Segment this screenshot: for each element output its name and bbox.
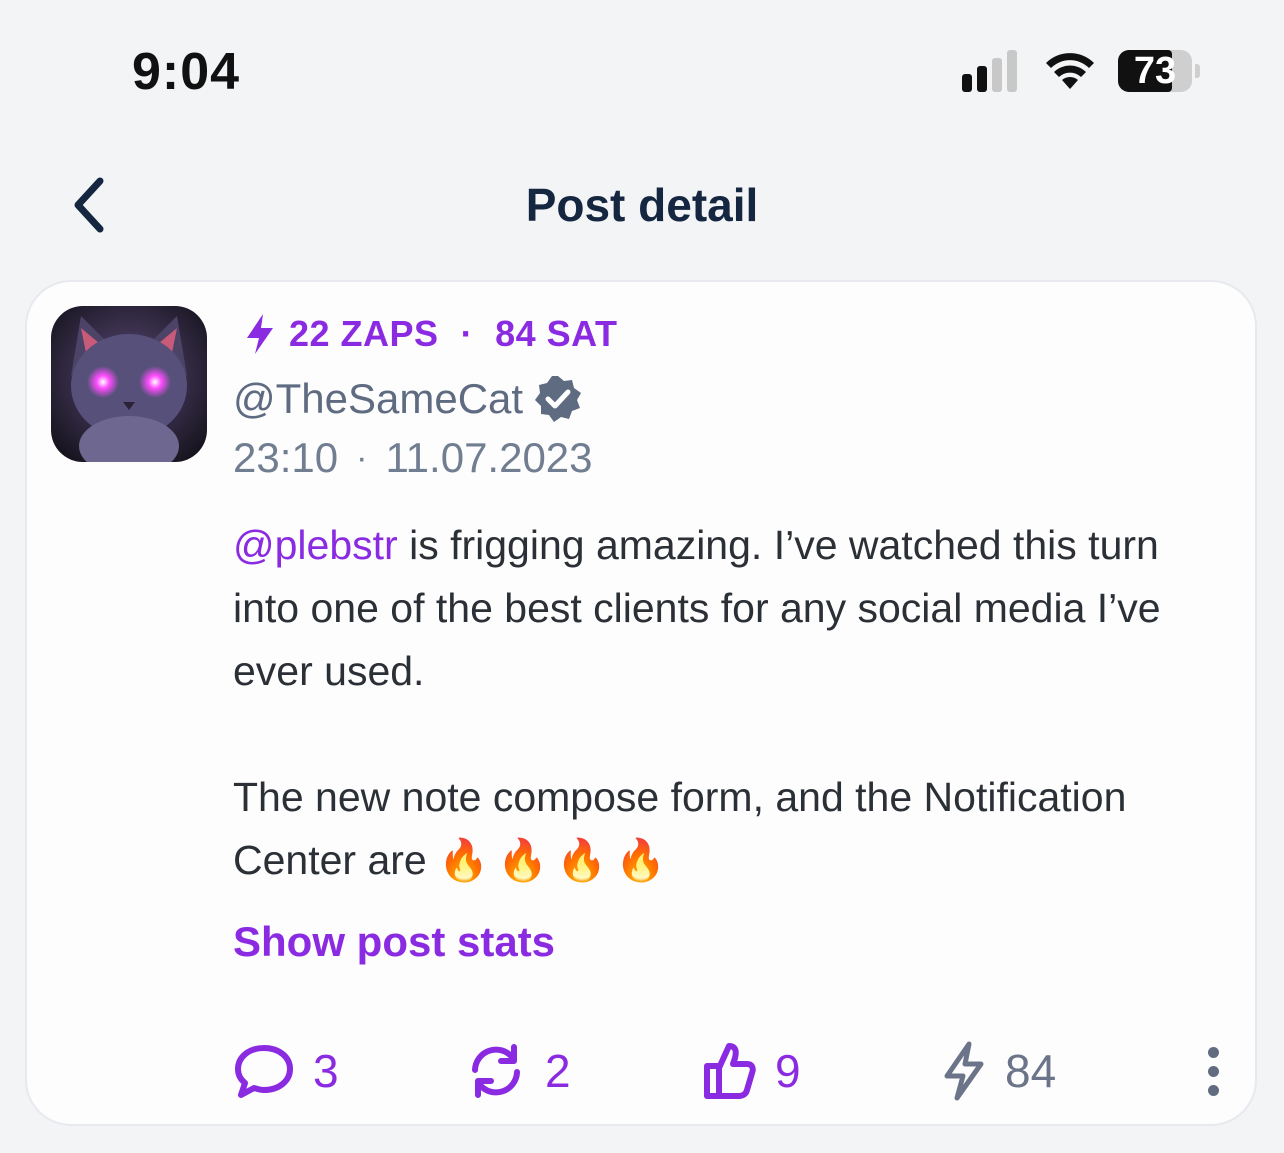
battery-icon: 73 (1118, 50, 1192, 92)
zaps-count: 22 ZAPS (289, 313, 439, 354)
post-paragraph-1: @plebstr is frigging amazing. I’ve watch… (233, 514, 1233, 703)
status-icons: 73 (962, 50, 1200, 92)
verified-badge-icon (535, 376, 582, 422)
battery-nub (1195, 64, 1200, 78)
zap-summary: 22 ZAPS · 84 SAT (243, 312, 617, 356)
post-time: 23:10 (233, 434, 339, 481)
author-row: @TheSameCat (233, 374, 583, 424)
reply-count: 3 (313, 1045, 339, 1097)
post-timestamp: 23:10 · 11.07.2023 (233, 434, 593, 482)
repost-icon (472, 1044, 520, 1098)
show-post-stats-link[interactable]: Show post stats (233, 918, 555, 966)
like-count: 9 (775, 1045, 801, 1097)
action-bar: 3 2 9 84 (233, 1036, 1233, 1106)
separator-dot: · (460, 313, 474, 354)
sats-count: 84 SAT (495, 313, 618, 354)
zap-count: 84 (1005, 1045, 1057, 1097)
fire-emojis: 🔥🔥🔥🔥 (438, 837, 675, 883)
mention-link[interactable]: @plebstr (233, 522, 398, 568)
comment-icon (235, 1045, 293, 1098)
username[interactable]: @TheSameCat (233, 375, 523, 423)
status-bar: 9:04 73 (0, 0, 1284, 140)
reply-button[interactable]: 3 (233, 1036, 339, 1106)
more-dot (1207, 1046, 1219, 1058)
avatar[interactable] (51, 306, 207, 462)
post-paragraph-2: The new note compose form, and the Notif… (233, 766, 1233, 892)
wifi-icon (1046, 53, 1094, 89)
more-dot (1207, 1065, 1219, 1077)
nav-bar: Post detail (0, 150, 1284, 260)
lightning-outline-icon (944, 1041, 984, 1101)
repost-count: 2 (545, 1045, 571, 1097)
page-title: Post detail (525, 179, 759, 231)
status-time: 9:04 (132, 43, 241, 101)
thumbs-up-icon (704, 1043, 756, 1099)
lightning-icon (247, 314, 273, 354)
more-options-button[interactable] (1193, 1036, 1233, 1106)
like-button[interactable]: 9 (699, 1036, 801, 1106)
separator-dot: · (356, 438, 368, 477)
post-card: 22 ZAPS · 84 SAT @TheSameCat 23:10 · 11.… (25, 280, 1257, 1126)
battery-level: 73 (1133, 50, 1177, 92)
post-body: @plebstr is frigging amazing. I’ve watch… (233, 514, 1233, 892)
more-dot (1207, 1084, 1219, 1096)
post-date: 11.07.2023 (385, 434, 593, 481)
cat-avatar-image (51, 306, 207, 462)
cellular-signal-icon (962, 50, 1017, 92)
post-text-2: The new note compose form, and the Notif… (233, 774, 1127, 883)
zap-button[interactable]: 84 (941, 1036, 1056, 1106)
repost-button[interactable]: 2 (465, 1036, 571, 1106)
